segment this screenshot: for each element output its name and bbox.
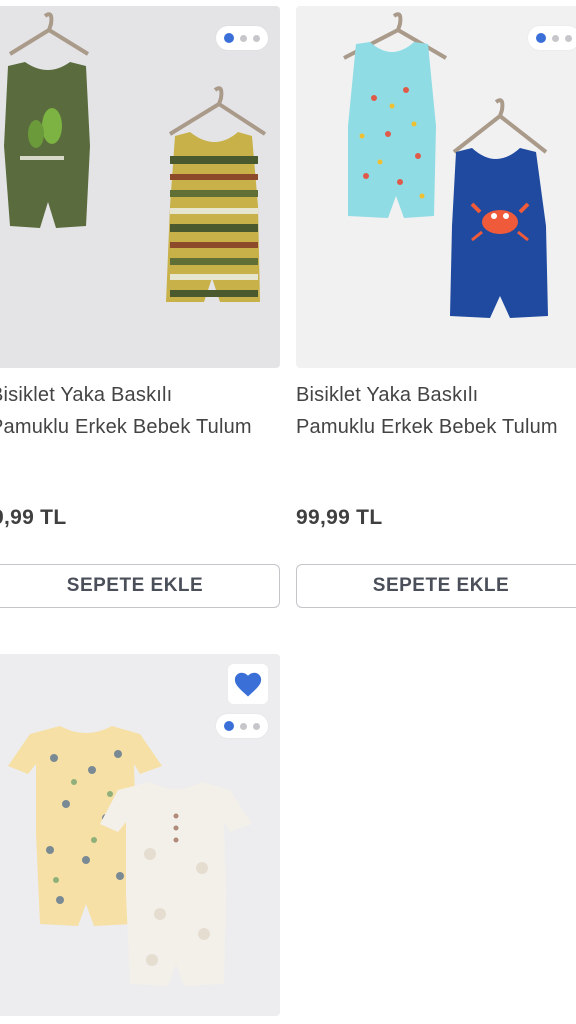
carousel-dot-active[interactable] (536, 33, 546, 43)
heart-icon (234, 672, 262, 697)
product-title-line1[interactable]: Bisiklet Yaka Baskılı (0, 380, 280, 410)
favorite-button[interactable] (228, 664, 268, 704)
carousel-dot[interactable] (565, 34, 572, 42)
product-title-line1[interactable]: Bisiklet Yaka Baskılı (296, 380, 576, 410)
product-photo (343, 12, 548, 318)
carousel-dot[interactable] (253, 34, 260, 42)
product-photo (4, 12, 267, 302)
carousel-dot[interactable] (240, 722, 247, 730)
product-image[interactable] (0, 6, 280, 368)
add-to-cart-button[interactable]: SEPETE EKLE (0, 564, 280, 608)
product-title-line2[interactable]: Pamuklu Erkek Bebek Tulum (0, 412, 280, 442)
carousel-dot-active[interactable] (224, 721, 234, 731)
carousel-dot-active[interactable] (224, 33, 234, 43)
image-carousel-dots[interactable] (216, 26, 268, 50)
product-price: 99,99 TL (296, 506, 383, 529)
carousel-dot[interactable] (240, 34, 247, 42)
add-to-cart-button[interactable]: SEPETE EKLE (296, 564, 576, 608)
image-carousel-dots[interactable] (528, 26, 576, 50)
product-price: 99,99 TL (0, 506, 67, 529)
product-title-line2[interactable]: Pamuklu Erkek Bebek Tulum (296, 412, 576, 442)
product-image[interactable] (0, 654, 280, 1016)
product-photo (8, 726, 252, 986)
product-image[interactable] (296, 6, 576, 368)
carousel-dot[interactable] (253, 722, 260, 730)
image-carousel-dots[interactable] (216, 714, 268, 738)
carousel-dot[interactable] (552, 34, 559, 42)
